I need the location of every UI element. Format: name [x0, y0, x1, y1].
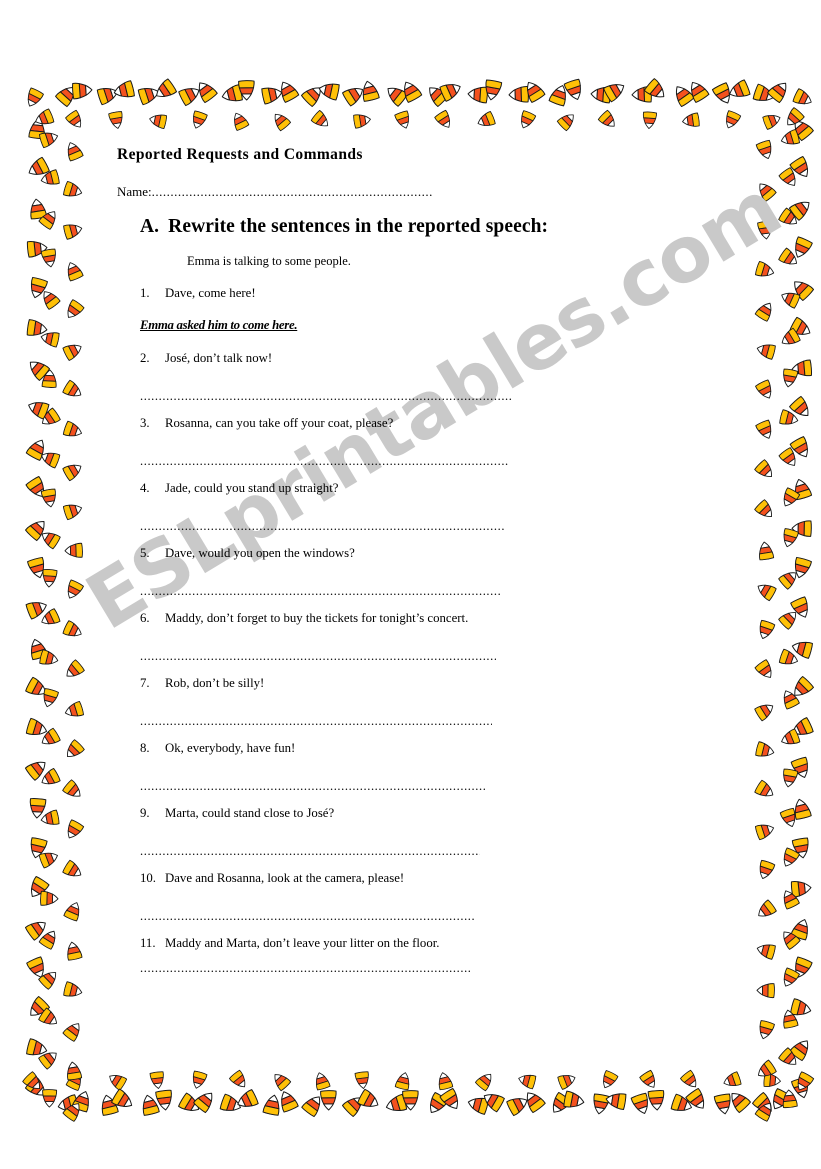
- answer-blank-line[interactable]: ........................................…: [140, 649, 496, 664]
- question-sentence: Dave, would you open the windows?: [165, 546, 355, 560]
- question-text-row: 7. Rob, don’t be silly!: [140, 676, 540, 691]
- question-item: 10. Dave and Rosanna, look at the camera,…: [140, 871, 540, 923]
- question-text-row: 4. Jade, could you stand up straight?: [140, 481, 540, 496]
- question-number: 7.: [140, 676, 150, 690]
- question-item: 11. Maddy and Marta, don’t leave your lit…: [140, 936, 540, 975]
- answer-blank-line[interactable]: ........................................…: [140, 519, 504, 534]
- question-sentence: Maddy and Marta, don’t leave your litter…: [165, 936, 440, 950]
- question-text-row: 5. Dave, would you open the windows?: [140, 546, 540, 561]
- question-sentence: José, don’t talk now!: [165, 351, 273, 365]
- question-sentence: Rob, don’t be silly!: [165, 676, 265, 690]
- section-letter: A.: [140, 216, 160, 237]
- name-blank-line[interactable]: ........................................…: [152, 184, 450, 200]
- worksheet-page: ESLprintables.com Reported Requests and …: [0, 0, 821, 1169]
- question-number: 10.: [140, 871, 156, 885]
- question-sentence: Jade, could you stand up straight?: [165, 481, 339, 495]
- question-text-row: 10. Dave and Rosanna, look at the camera,…: [140, 871, 540, 886]
- question-item: 8. Ok, everybody, have fun!..............…: [140, 741, 540, 793]
- question-item: 9. Marta, could stand close to José?.....…: [140, 806, 540, 858]
- question-sentence: Dave, come here!: [165, 286, 256, 300]
- answer-blank-line[interactable]: ........................................…: [140, 961, 470, 976]
- question-number: 3.: [140, 416, 150, 430]
- question-text-row: 8. Ok, everybody, have fun!: [140, 741, 540, 756]
- question-sentence: Marta, could stand close to José?: [165, 806, 335, 820]
- question-item: 5. Dave, would you open the windows?.....…: [140, 546, 540, 598]
- page-title: Reported Requests and Commands: [117, 146, 363, 163]
- question-sentence: Dave and Rosanna, look at the camera, pl…: [165, 871, 405, 885]
- answer-blank-line[interactable]: ........................................…: [140, 454, 508, 469]
- answer-blank-line[interactable]: ........................................…: [140, 844, 480, 859]
- question-sentence: Rosanna, can you take off your coat, ple…: [165, 416, 394, 430]
- question-item: 6. Maddy, don’t forget to buy the tickets…: [140, 611, 540, 663]
- question-text-row: 1. Dave, come here!: [140, 286, 540, 301]
- question-number: 8.: [140, 741, 150, 755]
- question-item: 3. Rosanna, can you take off your coat, p…: [140, 416, 540, 468]
- question-number: 5.: [140, 546, 150, 560]
- answer-blank-line[interactable]: ........................................…: [140, 584, 500, 599]
- question-number: 6.: [140, 611, 150, 625]
- answer-blank-line[interactable]: ........................................…: [140, 909, 476, 924]
- question-item: 1. Dave, come here! Emma asked him to come…: [140, 286, 540, 332]
- name-field-row: Name: ..................................…: [117, 184, 450, 200]
- question-text-row: 6. Maddy, don’t forget to buy the tickets…: [140, 611, 540, 626]
- answer-blank-line[interactable]: ........................................…: [140, 779, 485, 794]
- question-number: 11.: [140, 936, 156, 950]
- question-number: 4.: [140, 481, 150, 495]
- example-answer: Emma asked him to come here.: [140, 318, 298, 332]
- question-text-row: 9. Marta, could stand close to José?: [140, 806, 540, 821]
- exercise-intro: Emma is talking to some people.: [187, 254, 351, 268]
- question-sentence: Maddy, don’t forget to buy the tickets f…: [165, 611, 469, 625]
- answer-blank-line[interactable]: ........................................…: [140, 389, 512, 404]
- question-number: 2.: [140, 351, 150, 365]
- answer-blank-line[interactable]: ........................................…: [140, 714, 492, 729]
- question-item: 4. Jade, could you stand up straight?....…: [140, 481, 540, 533]
- section-a-heading: A. Rewrite the sentences in the reported …: [140, 216, 548, 238]
- question-number: 9.: [140, 806, 150, 820]
- worksheet-content: Reported Requests and Commands Name: ...…: [0, 0, 821, 1169]
- question-text-row: 3. Rosanna, can you take off your coat, p…: [140, 416, 540, 431]
- question-sentence: Ok, everybody, have fun!: [165, 741, 296, 755]
- question-item: 2. José, don’t talk now!.................…: [140, 351, 540, 403]
- question-text-row: 11. Maddy and Marta, don’t leave your lit…: [140, 936, 540, 951]
- question-item: 7. Rob, don’t be silly!..................…: [140, 676, 540, 728]
- name-label: Name:: [117, 184, 152, 199]
- section-instruction: Rewrite the sentences in the reported sp…: [168, 216, 549, 237]
- question-number: 1.: [140, 286, 150, 300]
- question-text-row: 2. José, don’t talk now!: [140, 351, 540, 366]
